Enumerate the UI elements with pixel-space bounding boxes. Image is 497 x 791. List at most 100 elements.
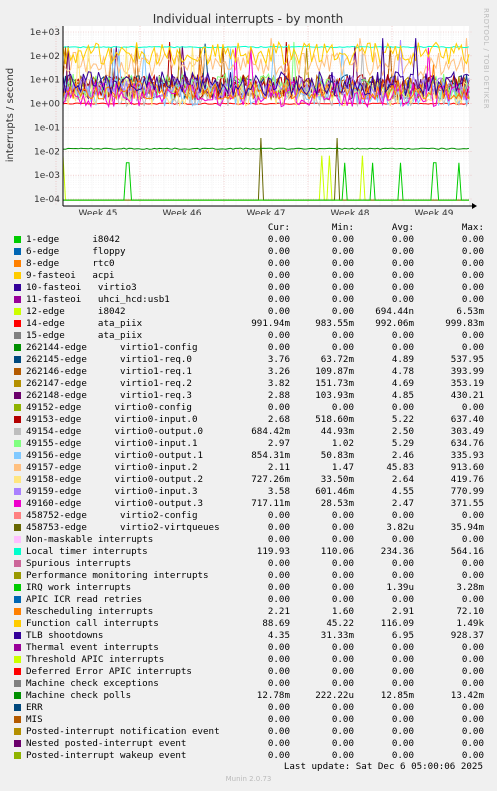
legend-cur: 0.00 [267, 510, 290, 521]
legend-cur: 119.93 [256, 546, 290, 557]
legend-cur: 0.00 [267, 738, 290, 749]
legend-swatch [14, 308, 21, 315]
legend-cur: 2.68 [267, 414, 290, 425]
legend-swatch [14, 548, 21, 555]
legend-name: 262148-edge virtio1-req.3 [26, 390, 192, 401]
legend-avg: 12.85m [380, 690, 414, 701]
legend-name: 49160-edge virtio0-output.3 [26, 498, 204, 509]
legend-avg: 0.00 [391, 234, 414, 245]
legend-cur: 0.00 [267, 522, 290, 533]
legend-max: 0.00 [461, 294, 484, 305]
legend-max: 0.00 [461, 330, 484, 341]
legend-cur: 0.00 [267, 258, 290, 269]
legend-row: 6-edge floppy 0.00 0.00 0.00 0.00 [14, 246, 484, 258]
legend-swatch [14, 524, 21, 531]
legend-cur: 0.00 [267, 342, 290, 353]
legend-name: Rescheduling interrupts [26, 606, 154, 617]
legend-cur: 0.00 [267, 714, 290, 725]
legend-avg: 0.00 [391, 594, 414, 605]
legend-row: 1-edge i8042 0.00 0.00 0.00 0.00 [14, 234, 484, 246]
legend-avg: 0.00 [391, 702, 414, 713]
legend-max: 0.00 [461, 738, 484, 749]
legend-max: 303.49 [450, 426, 484, 437]
legend-max: 634.76 [450, 438, 484, 449]
legend-swatch [14, 536, 21, 543]
legend-avg: 4.69 [391, 378, 414, 389]
legend-name: Spurious interrupts [26, 558, 132, 569]
legend-avg: 0.00 [391, 294, 414, 305]
legend-row: Nested posted-interrupt event 0.00 0.00 0.0… [14, 738, 484, 750]
legend-row: 14-edge ata_piix 991.94m 983.55m 992.06m 999… [14, 318, 484, 330]
legend-max: 0.00 [461, 534, 484, 545]
legend-swatch [14, 716, 21, 723]
legend-max: 0.00 [461, 570, 484, 581]
legend-avg: 4.55 [391, 486, 414, 497]
legend-row: Function call interrupts 88.69 45.22 116.09… [14, 618, 484, 630]
legend-cur: 0.00 [267, 330, 290, 341]
legend-name: Non-maskable interrupts [26, 534, 154, 545]
legend-avg: 0.00 [391, 510, 414, 521]
legend-name: MIS [26, 714, 43, 725]
legend-name: 1-edge i8042 [26, 234, 121, 245]
legend-avg: 2.91 [391, 606, 414, 617]
legend-avg: 0.00 [391, 402, 414, 413]
legend-name: APIC ICR read retries [26, 594, 143, 605]
legend-name: Deferred Error APIC interrupts [26, 666, 192, 677]
legend-cur: 0.00 [267, 270, 290, 281]
legend-row: Non-maskable interrupts 0.00 0.00 0.00 0.00 [14, 534, 484, 546]
legend-row: IRQ work interrupts 0.00 0.00 1.39u 3.28m [14, 582, 484, 594]
legend-avg: 4.78 [391, 366, 414, 377]
legend-cur: 2.21 [267, 606, 290, 617]
legend-row: 9-fasteoi acpi 0.00 0.00 0.00 0.00 [14, 270, 484, 282]
legend-name: ERR [26, 702, 43, 713]
legend-swatch [14, 392, 21, 399]
legend-row: MIS 0.00 0.00 0.00 0.00 [14, 714, 484, 726]
legend-row: 49159-edge virtio0-input.3 3.58 601.46m 4.5… [14, 486, 484, 498]
legend-name: 49153-edge virtio0-input.0 [26, 414, 198, 425]
legend-name: Thermal event interrupts [26, 642, 159, 653]
legend-swatch [14, 752, 21, 759]
legend-max: 0.00 [461, 282, 484, 293]
legend-swatch [14, 584, 21, 591]
legend-row: Deferred Error APIC interrupts 0.00 0.00 0.… [14, 666, 484, 678]
legend-avg: 3.82u [386, 522, 414, 533]
legend-swatch [14, 368, 21, 375]
legend-max: 0.00 [461, 594, 484, 605]
legend: Cur: Min: Avg: Max: 1-edge i8042 0.00 0.00… [0, 0, 497, 791]
legend-max: 6.53m [456, 306, 484, 317]
legend-avg: 2.46 [391, 450, 414, 461]
legend-row: 49160-edge virtio0-output.3 717.11m 28.53m… [14, 498, 484, 510]
legend-avg: 5.29 [391, 438, 414, 449]
legend-avg: 694.44n [375, 306, 414, 317]
legend-row: Spurious interrupts 0.00 0.00 0.00 0.00 [14, 558, 484, 570]
legend-avg: 0.00 [391, 534, 414, 545]
legend-max: 537.95 [450, 354, 484, 365]
legend-row: Threshold APIC interrupts 0.00 0.00 0.00 0.0… [14, 654, 484, 666]
legend-swatch [14, 560, 21, 567]
legend-swatch [14, 692, 21, 699]
legend-max: 419.76 [450, 474, 484, 485]
legend-cur: 3.58 [267, 486, 290, 497]
legend-cur: 684.42m [251, 426, 290, 437]
legend-row: 49153-edge virtio0-input.0 2.68 518.60m 5.2… [14, 414, 484, 426]
legend-name: 8-edge rtc0 [26, 258, 115, 269]
legend-row: TLB shootdowns 4.35 31.33m 6.95 928.37 [14, 630, 484, 642]
legend-name: 458753-edge virtio2-virtqueues [26, 522, 220, 533]
legend-avg: 0.00 [391, 342, 414, 353]
legend-avg: 0.00 [391, 666, 414, 677]
legend-swatch [14, 416, 21, 423]
legend-avg: 0.00 [391, 738, 414, 749]
legend-max: 0.00 [461, 270, 484, 281]
legend-name: Local timer interrupts [26, 546, 148, 557]
legend-name: 262147-edge virtio1-req.2 [26, 378, 192, 389]
legend-swatch [14, 260, 21, 267]
legend-swatch [14, 248, 21, 255]
legend-row: 49155-edge virtio0-input.1 2.97 1.02 5.29 63… [14, 438, 484, 450]
legend-row: 8-edge rtc0 0.00 0.00 0.00 0.00 [14, 258, 484, 270]
legend-swatch [14, 452, 21, 459]
legend-cur: 2.88 [267, 390, 290, 401]
legend-cur: 0.00 [267, 582, 290, 593]
legend-avg: 0.00 [391, 246, 414, 257]
legend-row: Rescheduling interrupts 2.21 1.60 2.91 72.10 [14, 606, 484, 618]
legend-max: 3.28m [456, 582, 484, 593]
